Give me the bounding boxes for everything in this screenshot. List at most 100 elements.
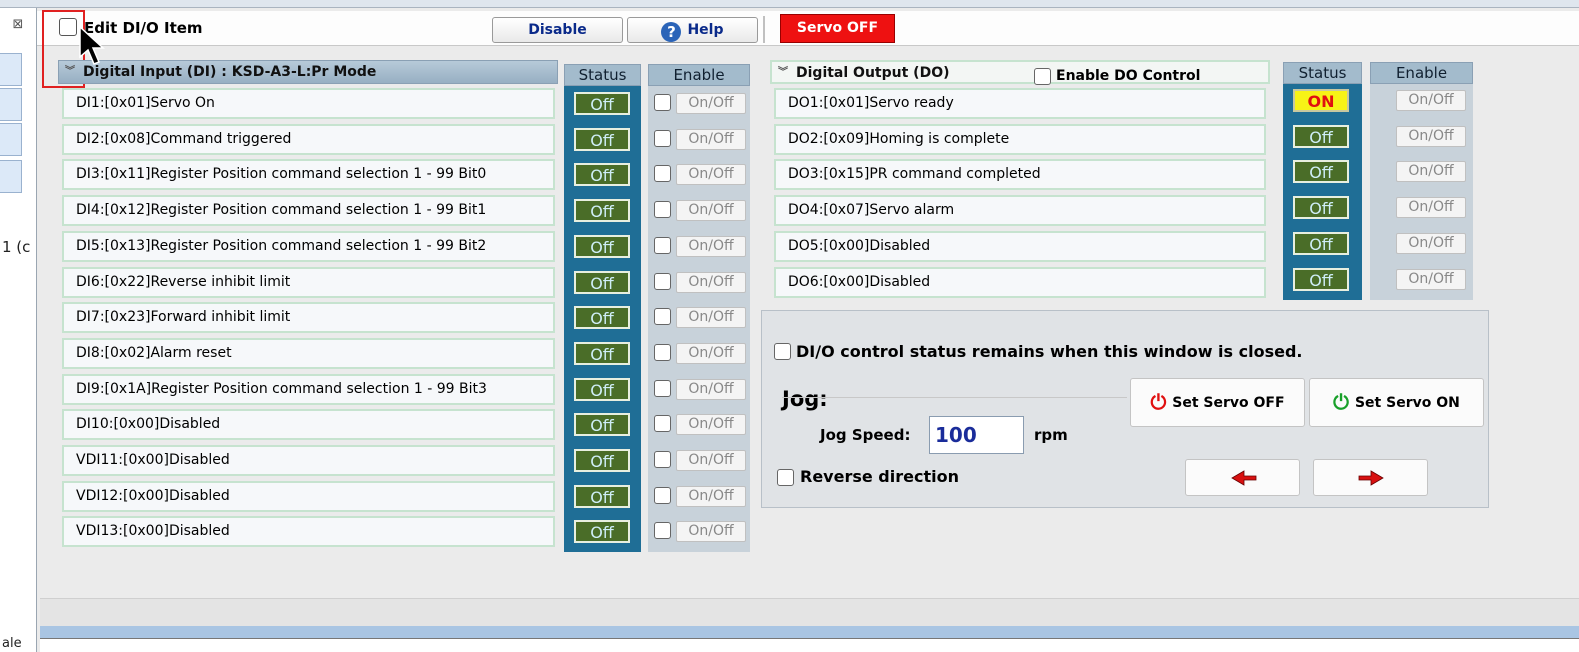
di-status-header: Status [564,64,641,86]
enable-do-control-checkbox[interactable] [1034,68,1051,85]
side-tab-4[interactable] [0,160,22,193]
di-enable-checkbox[interactable] [654,237,671,254]
side-tab-1[interactable] [0,53,22,86]
jog-speed-label: Jog Speed: [820,426,911,444]
rpm-unit-label: rpm [1034,426,1068,444]
do-onoff-button[interactable]: On/Off [1396,161,1466,182]
di-enable-checkbox[interactable] [654,165,671,182]
set-servo-on-button[interactable]: ⏻ Set Servo ON [1309,378,1484,427]
left-side-panel [0,8,37,652]
side-tab-3[interactable] [0,123,22,156]
enable-do-control-label: Enable DO Control [1056,68,1201,84]
di-status-badge: Off [574,378,630,401]
set-servo-off-button[interactable]: ⏻ Set Servo OFF [1130,378,1305,427]
jog-divider [782,397,1127,398]
remain-status-label: DI/O control status remains when this wi… [796,342,1303,361]
do-row-label: DO6:[0x00]Disabled [774,267,1266,298]
do-status-badge: Off [1293,232,1349,255]
help-button[interactable]: ? Help [627,17,758,43]
do-status-badge: Off [1293,196,1349,219]
di-status-badge: Off [574,163,630,186]
di-onoff-button[interactable]: On/Off [676,414,746,435]
di-status-badge: Off [574,235,630,258]
di-enable-header: Enable [648,64,750,86]
di-row-label: VDI12:[0x00]Disabled [62,481,555,512]
remain-status-checkbox[interactable] [774,343,791,360]
close-icon[interactable]: ⊠ [5,15,31,35]
di-row-label: VDI13:[0x00]Disabled [62,516,555,547]
do-status-badge: Off [1293,125,1349,148]
di-onoff-button[interactable]: On/Off [676,450,746,471]
di-status-badge: Off [574,520,630,543]
disable-button[interactable]: Disable [492,17,623,43]
do-onoff-button[interactable]: On/Off [1396,269,1466,290]
do-onoff-button[interactable]: On/Off [1396,197,1466,218]
di-onoff-button[interactable]: On/Off [676,200,746,221]
jog-speed-input[interactable]: 100 [929,416,1024,454]
reverse-direction-checkbox[interactable] [777,469,794,486]
di-status-badge: Off [574,449,630,472]
help-icon: ? [661,22,682,42]
side-text-fragment-2: ale [2,636,22,651]
di-enable-checkbox[interactable] [654,130,671,147]
do-enable-column [1370,84,1473,300]
di-row-label: DI10:[0x00]Disabled [62,409,555,440]
do-status-badge: ON [1293,89,1349,112]
arrow-left-icon [1231,470,1257,486]
di-onoff-button[interactable]: On/Off [676,486,746,507]
chevron-down-icon: ︾ [778,67,788,78]
di-onoff-button[interactable]: On/Off [676,272,746,293]
bottom-table-strip [40,638,1579,652]
di-enable-checkbox[interactable] [654,451,671,468]
di-onoff-button[interactable]: On/Off [676,236,746,257]
arrow-right-icon [1358,470,1384,486]
do-onoff-button[interactable]: On/Off [1396,233,1466,254]
di-enable-checkbox[interactable] [654,201,671,218]
di-onoff-button[interactable]: On/Off [676,164,746,185]
jog-title: Jog: [782,387,828,411]
di-group-header[interactable]: ︾ Digital Input (DI) : KSD-A3-L:Pr Mode [58,60,558,84]
di-enable-checkbox[interactable] [654,487,671,504]
power-icon: ⏻ [1150,390,1167,414]
do-onoff-button[interactable]: On/Off [1396,90,1466,111]
di-enable-checkbox[interactable] [654,308,671,325]
do-row-label: DO5:[0x00]Disabled [774,231,1266,262]
di-row-label: DI1:[0x01]Servo On [62,88,555,119]
di-enable-checkbox[interactable] [654,344,671,361]
di-row-label: DI2:[0x08]Command triggered [62,124,555,155]
do-onoff-button[interactable]: On/Off [1396,126,1466,147]
jog-forward-button[interactable] [1313,459,1428,496]
side-tab-2[interactable] [0,88,22,121]
set-servo-off-label: Set Servo OFF [1172,395,1285,411]
di-status-badge: Off [574,413,630,436]
di-onoff-button[interactable]: On/Off [676,343,746,364]
di-onoff-button[interactable]: On/Off [676,307,746,328]
di-row-label: VDI11:[0x00]Disabled [62,445,555,476]
di-status-badge: Off [574,306,630,329]
mouse-cursor-icon [79,25,105,65]
di-onoff-button[interactable]: On/Off [676,93,746,114]
di-enable-checkbox[interactable] [654,415,671,432]
servo-status-indicator: Servo OFF [780,14,895,43]
di-enable-checkbox[interactable] [654,94,671,111]
toolbar-separator [763,16,765,43]
di-enable-checkbox[interactable] [654,522,671,539]
di-onoff-button[interactable]: On/Off [676,379,746,400]
di-onoff-button[interactable]: On/Off [676,129,746,150]
help-label: Help [687,22,724,38]
di-status-badge: Off [574,92,630,115]
di-status-badge: Off [574,128,630,151]
top-tab-strip [0,0,1579,8]
side-text-fragment: 1 (c [2,238,31,256]
di-row-label: DI7:[0x23]Forward inhibit limit [62,302,555,333]
do-status-header: Status [1283,62,1362,84]
set-servo-on-label: Set Servo ON [1354,395,1460,411]
di-row-label: DI6:[0x22]Reverse inhibit limit [62,267,555,298]
di-enable-checkbox[interactable] [654,380,671,397]
do-row-label: DO4:[0x07]Servo alarm [774,195,1266,226]
jog-reverse-button[interactable] [1185,459,1300,496]
di-onoff-button[interactable]: On/Off [676,521,746,542]
do-row-label: DO2:[0x09]Homing is complete [774,124,1266,155]
do-row-label: DO3:[0x15]PR command completed [774,159,1266,190]
di-enable-checkbox[interactable] [654,273,671,290]
